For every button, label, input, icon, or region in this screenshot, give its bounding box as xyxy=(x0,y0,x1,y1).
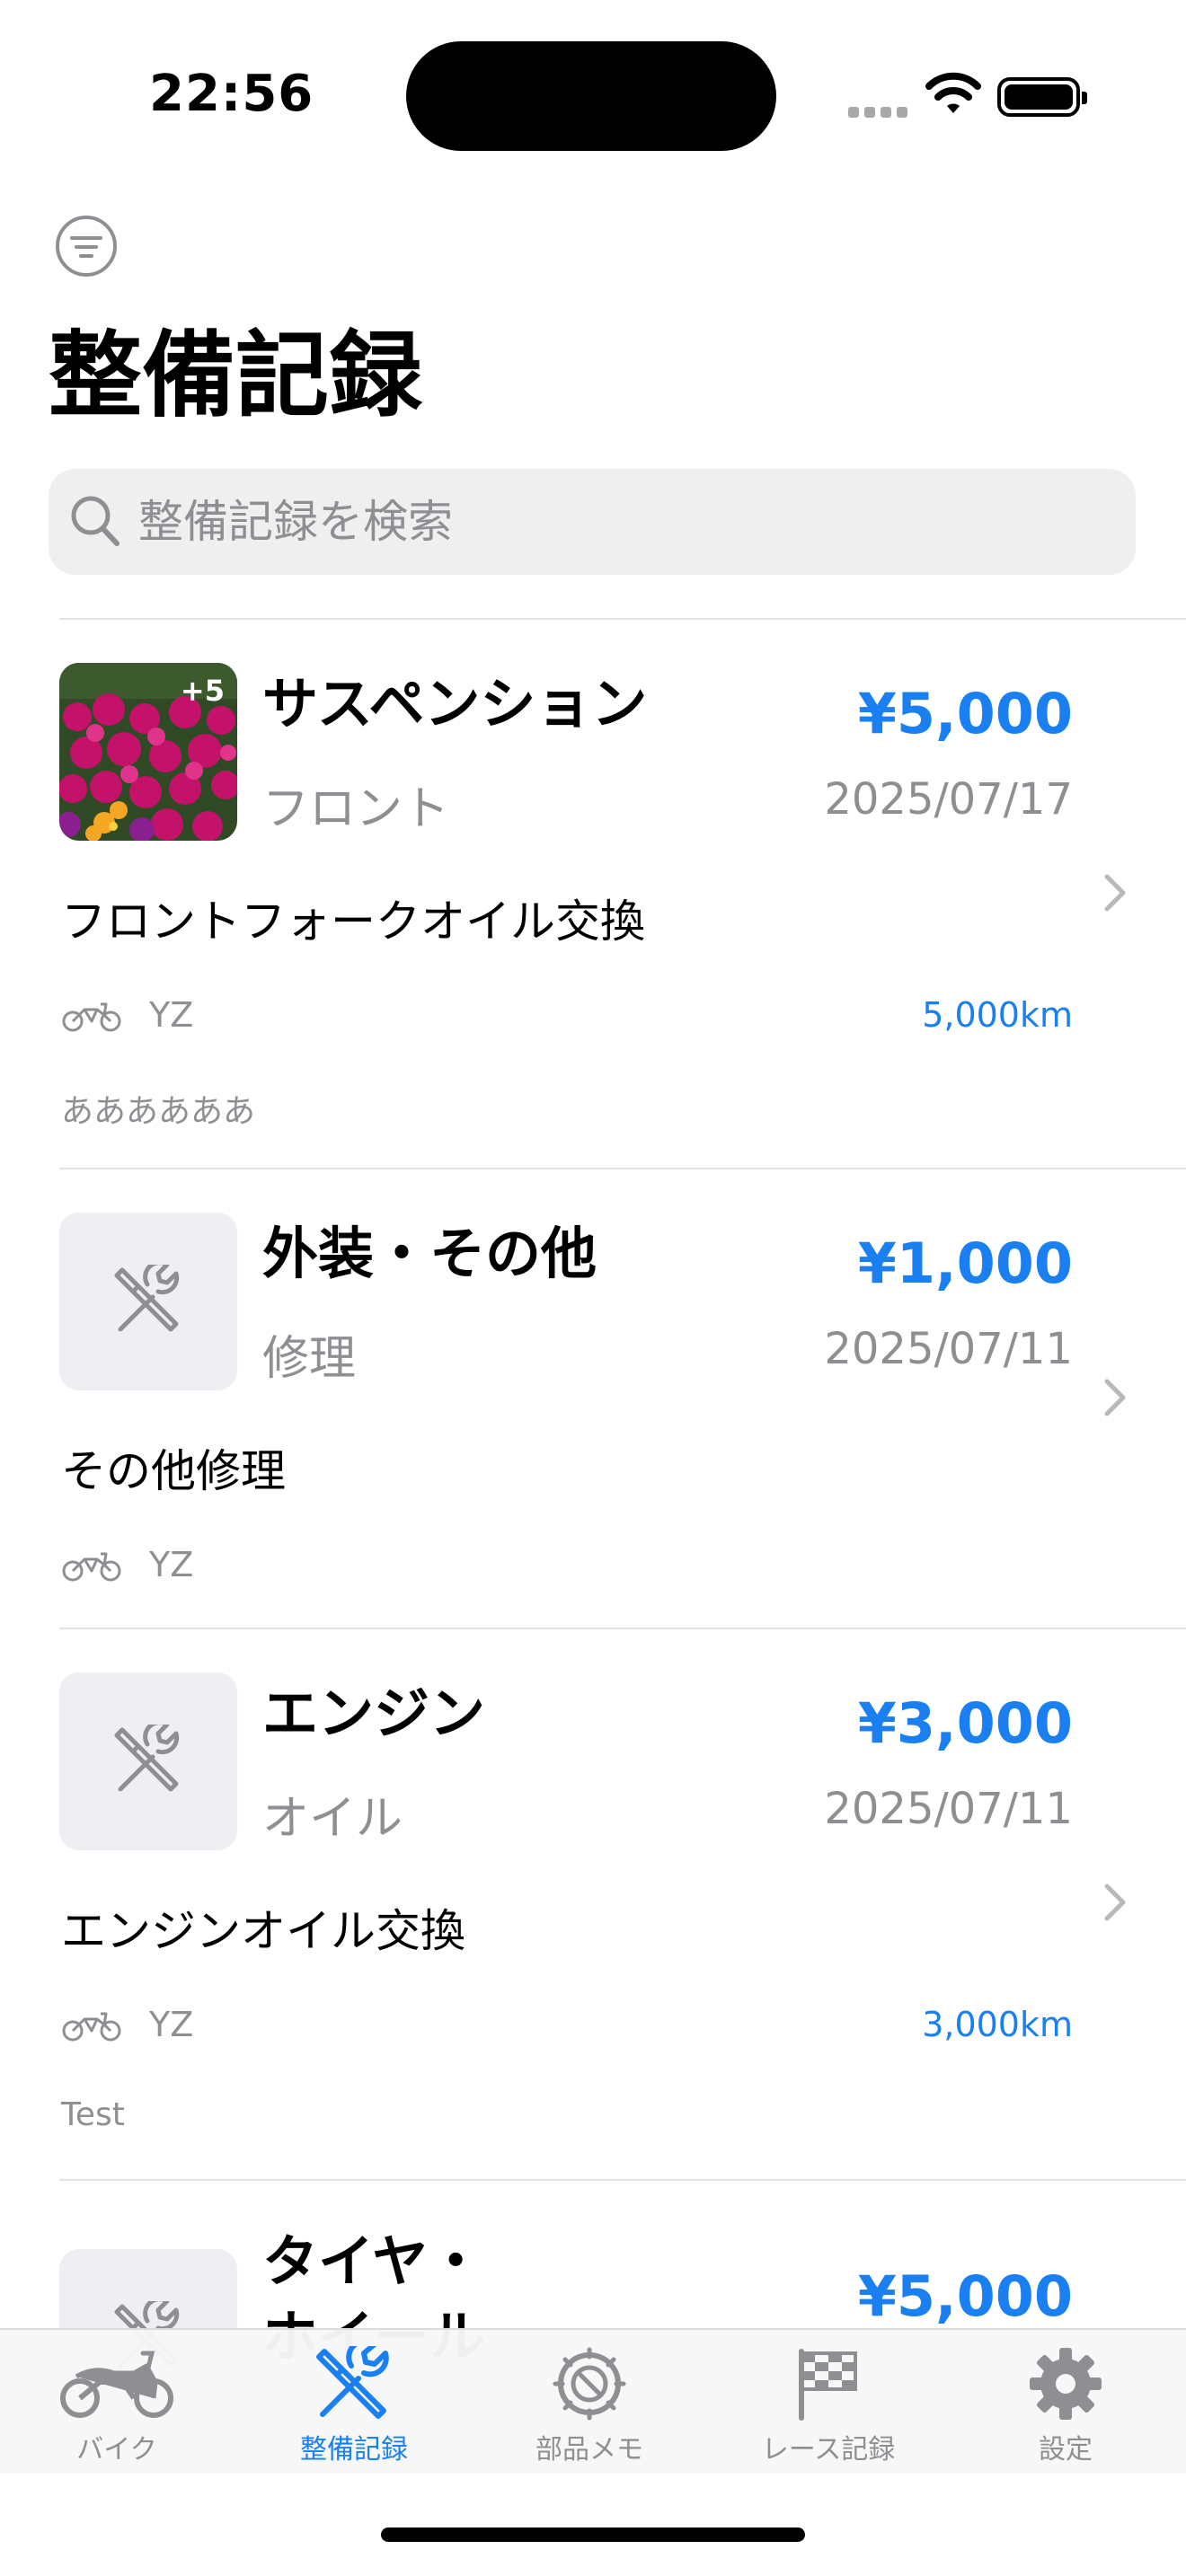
record-memo: Test xyxy=(61,2096,125,2133)
record-date: 2025/07/11 xyxy=(824,1784,1073,1834)
record-price: ¥5,000 xyxy=(857,681,1073,746)
chevron-right-icon xyxy=(1104,1883,1126,1921)
record-category: エンジン xyxy=(262,1681,486,1746)
tab-label: レース記録 xyxy=(761,2434,896,2466)
tab-label: 部品メモ xyxy=(535,2434,643,2466)
page-title: 整備記録 xyxy=(49,321,423,430)
record-bike: YZ xyxy=(149,995,194,1035)
tab-label: バイク xyxy=(76,2434,157,2466)
gear-part-icon xyxy=(553,2347,626,2421)
record-description: フロントフォークオイル交換 xyxy=(61,895,645,948)
record-subcategory: オイル xyxy=(262,1792,403,1846)
record-thumbnail-placeholder xyxy=(59,1213,237,1390)
record-date: 2025/07/17 xyxy=(824,774,1073,825)
filter-icon[interactable] xyxy=(54,214,119,278)
record-subcategory: 修理 xyxy=(262,1332,357,1386)
status-time: 22:56 xyxy=(149,65,314,123)
record-price: ¥3,000 xyxy=(857,1690,1073,1756)
wifi-icon xyxy=(925,72,981,113)
cellular-signal-icon xyxy=(848,104,913,121)
motorcycle-icon xyxy=(62,1002,121,1032)
divider xyxy=(59,1168,1186,1169)
divider xyxy=(59,618,1186,620)
record-bike: YZ xyxy=(149,1545,194,1584)
tab-label: 整備記録 xyxy=(300,2434,408,2466)
divider xyxy=(59,1628,1186,1629)
record-category: サスペンション xyxy=(262,671,648,737)
record-date: 2025/07/11 xyxy=(824,1324,1073,1374)
home-indicator[interactable] xyxy=(381,2527,805,2542)
gear-icon xyxy=(1030,2348,1102,2420)
search-icon xyxy=(71,496,119,546)
motorcycle-icon xyxy=(60,2351,173,2418)
wrench-screwdriver-icon xyxy=(316,2346,389,2419)
record-mileage: 3,000km xyxy=(922,2005,1073,2044)
tab-race-records[interactable]: レース記録 xyxy=(739,2346,918,2466)
wrench-screwdriver-icon xyxy=(114,1265,180,1332)
checkered-flag-icon xyxy=(799,2349,857,2421)
record-subcategory: フロント xyxy=(262,782,450,836)
chevron-right-icon xyxy=(1104,874,1126,912)
record-price: ¥5,000 xyxy=(857,2263,1073,2329)
tab-bar: バイク 整備記録 部品メモ レース記録 設定 xyxy=(0,2328,1186,2474)
photo-count-badge: +5 xyxy=(180,674,225,708)
dynamic-island xyxy=(406,41,776,151)
record-memo: ああああああ xyxy=(61,1093,256,1130)
record-description: エンジンオイル交換 xyxy=(61,1905,465,1957)
record-description: その他修理 xyxy=(61,1445,286,1497)
chevron-right-icon xyxy=(1104,1379,1126,1416)
divider xyxy=(59,2179,1186,2181)
motorcycle-icon xyxy=(62,1552,121,1582)
record-mileage: 5,000km xyxy=(922,995,1073,1035)
record-photo[interactable]: +5 xyxy=(59,663,237,841)
motorcycle-icon xyxy=(62,2012,121,2042)
tab-maintenance[interactable]: 整備記録 xyxy=(264,2346,444,2466)
record-category: 外装・その他 xyxy=(262,1221,597,1286)
tab-bike[interactable]: バイク xyxy=(27,2346,207,2466)
tab-label: 設定 xyxy=(1039,2434,1093,2466)
search-input[interactable] xyxy=(138,492,1118,551)
record-thumbnail-placeholder xyxy=(59,1672,237,1850)
tab-parts-memo[interactable]: 部品メモ xyxy=(500,2346,679,2466)
wrench-screwdriver-icon xyxy=(114,1725,180,1792)
record-price: ¥1,000 xyxy=(857,1231,1073,1296)
tab-settings[interactable]: 設定 xyxy=(976,2346,1155,2466)
record-bike: YZ xyxy=(149,2005,194,2044)
battery-icon xyxy=(997,77,1087,117)
